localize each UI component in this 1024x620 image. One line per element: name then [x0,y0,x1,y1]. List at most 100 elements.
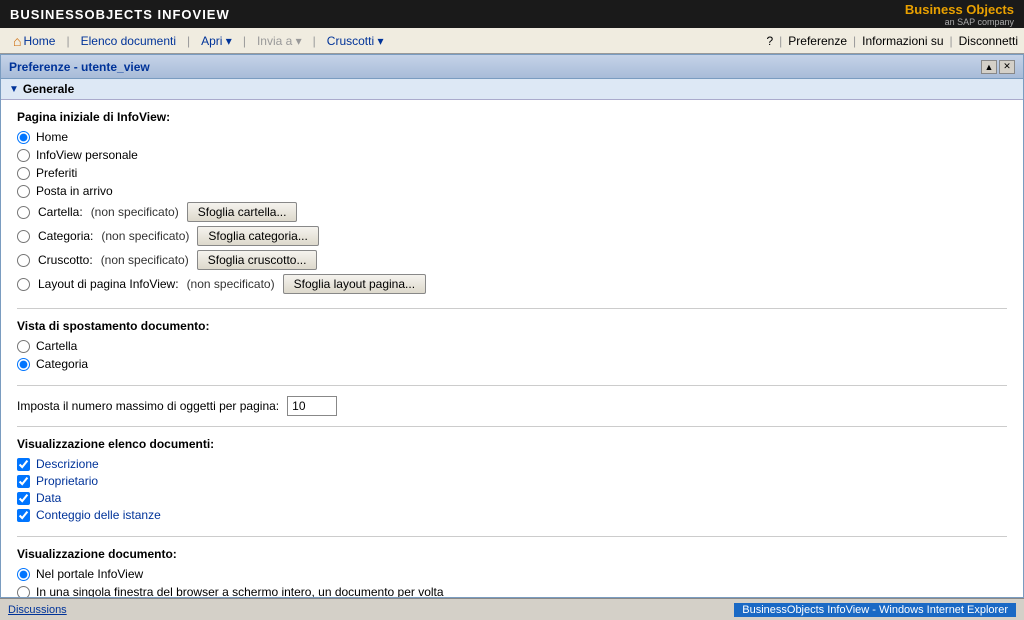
checkbox-owner-label: Proprietario [36,474,98,488]
max-objects-row: Imposta il numero massimo di oggetti per… [17,396,1007,416]
checkbox-description-label: Descrizione [36,457,99,471]
browse-category-button[interactable]: Sfoglia categoria... [197,226,318,246]
layout-value: (non specificato) [187,277,275,291]
doc-list-view-group: Visualizzazione elenco documenti: Descri… [17,437,1007,522]
logo-sub: an SAP company [945,17,1014,27]
radio-personal: InfoView personale [17,148,1007,162]
radio-folder-nav: Cartella [17,339,1007,353]
window-close-button[interactable]: ✕ [999,60,1015,74]
radio-inbox-input[interactable] [17,185,30,198]
radio-category-nav-label: Categoria [36,357,88,371]
menu-preferences[interactable]: Preferenze [788,34,847,48]
layout-row: Layout di pagina InfoView: (non specific… [17,274,1007,294]
cb-instances: Conteggio delle istanze [17,508,1007,522]
menu-help[interactable]: ? [766,34,773,48]
cb-description: Descrizione [17,457,1007,471]
radio-personal-label: InfoView personale [36,148,138,162]
menu-bar: ⌂ Home | Elenco documenti | Apri ▾ | Inv… [0,28,1024,54]
status-bar: Discussions BusinessObjects InfoView - W… [0,598,1024,620]
content-area: Pagina iniziale di InfoView: Home InfoVi… [1,100,1023,598]
dashboard-label: Cruscotto: [38,253,93,267]
radio-folder-nav-label: Cartella [36,339,77,353]
folder-row: Cartella: (non specificato) Sfoglia cart… [17,202,1007,222]
infoview-start-group: Pagina iniziale di InfoView: Home InfoVi… [17,110,1007,294]
folder-label: Cartella: [38,205,83,219]
browse-layout-button[interactable]: Sfoglia layout pagina... [283,274,426,294]
browse-dashboard-button[interactable]: Sfoglia cruscotto... [197,250,318,270]
radio-dashboard-input[interactable] [17,254,30,267]
checkbox-date-label: Data [36,491,61,505]
menu-home[interactable]: ⌂ Home [6,30,62,52]
window-title: Preferenze - utente_view [9,60,150,74]
radio-portal-label: Nel portale InfoView [36,567,143,581]
divider-4 [17,536,1007,537]
max-objects-label: Imposta il numero massimo di oggetti per… [17,399,279,413]
radio-inbox-label: Posta in arrivo [36,184,113,198]
radio-single-input[interactable] [17,586,30,599]
window-restore-button[interactable]: ▲ [981,60,997,74]
layout-label: Layout di pagina InfoView: [38,277,179,291]
logo: Business Objects an SAP company [905,2,1014,27]
top-bar: BUSINESSOBJECTS INFOVIEW Business Object… [0,0,1024,28]
cb-date: Data [17,491,1007,505]
radio-personal-input[interactable] [17,149,30,162]
radio-home-input[interactable] [17,131,30,144]
radio-single-label: In una singola finestra del browser a sc… [36,585,444,598]
document-view-group: Vista di spostamento documento: Cartella… [17,319,1007,371]
category-value: (non specificato) [101,229,189,243]
section-title: Generale [23,82,74,96]
doc-list-view-label: Visualizzazione elenco documenti: [17,437,1007,451]
radio-home: Home [17,130,1007,144]
checkbox-owner[interactable] [17,475,30,488]
menu-document-list[interactable]: Elenco documenti [74,31,183,51]
doc-display-group: Visualizzazione documento: Nel portale I… [17,547,1007,598]
radio-portal-input[interactable] [17,568,30,581]
browser-info: BusinessObjects InfoView - Windows Inter… [734,603,1016,617]
menu-send[interactable]: Invia a ▾ [250,31,309,51]
menu-about[interactable]: Informazioni su [862,34,943,48]
radio-single: In una singola finestra del browser a sc… [17,585,1007,598]
document-view-label: Vista di spostamento documento: [17,319,1007,333]
doc-display-label: Visualizzazione documento: [17,547,1007,561]
checkbox-instances-label: Conteggio delle istanze [36,508,161,522]
radio-favorites-label: Preferiti [36,166,77,180]
discussions-link[interactable]: Discussions [8,604,67,616]
menu-home-label: Home [23,34,55,48]
radio-folder-input[interactable] [17,206,30,219]
radio-inbox: Posta in arrivo [17,184,1007,198]
logo-text: Business Objects [905,2,1014,17]
folder-value: (non specificato) [91,205,179,219]
home-icon: ⌂ [13,33,21,49]
browse-folder-button[interactable]: Sfoglia cartella... [187,202,298,222]
app-title: BUSINESSOBJECTS INFOVIEW [10,7,230,22]
divider-3 [17,426,1007,427]
dashboard-row: Cruscotto: (non specificato) Sfoglia cru… [17,250,1007,270]
menu-left: ⌂ Home | Elenco documenti | Apri ▾ | Inv… [6,30,391,52]
radio-portal: Nel portale InfoView [17,567,1007,581]
section-header: ▼ Generale [1,79,1023,100]
category-row: Categoria: (non specificato) Sfoglia cat… [17,226,1007,246]
radio-folder-nav-input[interactable] [17,340,30,353]
checkbox-description[interactable] [17,458,30,471]
radio-home-label: Home [36,130,68,144]
menu-logout[interactable]: Disconnetti [959,34,1018,48]
checkbox-date[interactable] [17,492,30,505]
radio-layout-input[interactable] [17,278,30,291]
radio-category-nav-input[interactable] [17,358,30,371]
radio-category-input[interactable] [17,230,30,243]
max-objects-input[interactable] [287,396,337,416]
infoview-start-label: Pagina iniziale di InfoView: [17,110,1007,124]
menu-open[interactable]: Apri ▾ [194,31,239,51]
menu-right: ? | Preferenze | Informazioni su | Disco… [766,34,1018,48]
main-content: ▼ Generale Pagina iniziale di InfoView: … [0,78,1024,598]
radio-favorites-input[interactable] [17,167,30,180]
category-label: Categoria: [38,229,93,243]
checkbox-instances[interactable] [17,509,30,522]
radio-category-nav: Categoria [17,357,1007,371]
triangle-icon: ▼ [9,84,19,95]
window-header: Preferenze - utente_view ▲ ✕ [0,54,1024,78]
cb-owner: Proprietario [17,474,1007,488]
menu-dashboards[interactable]: Cruscotti ▾ [320,31,391,51]
dashboard-value: (non specificato) [101,253,189,267]
radio-favorites: Preferiti [17,166,1007,180]
